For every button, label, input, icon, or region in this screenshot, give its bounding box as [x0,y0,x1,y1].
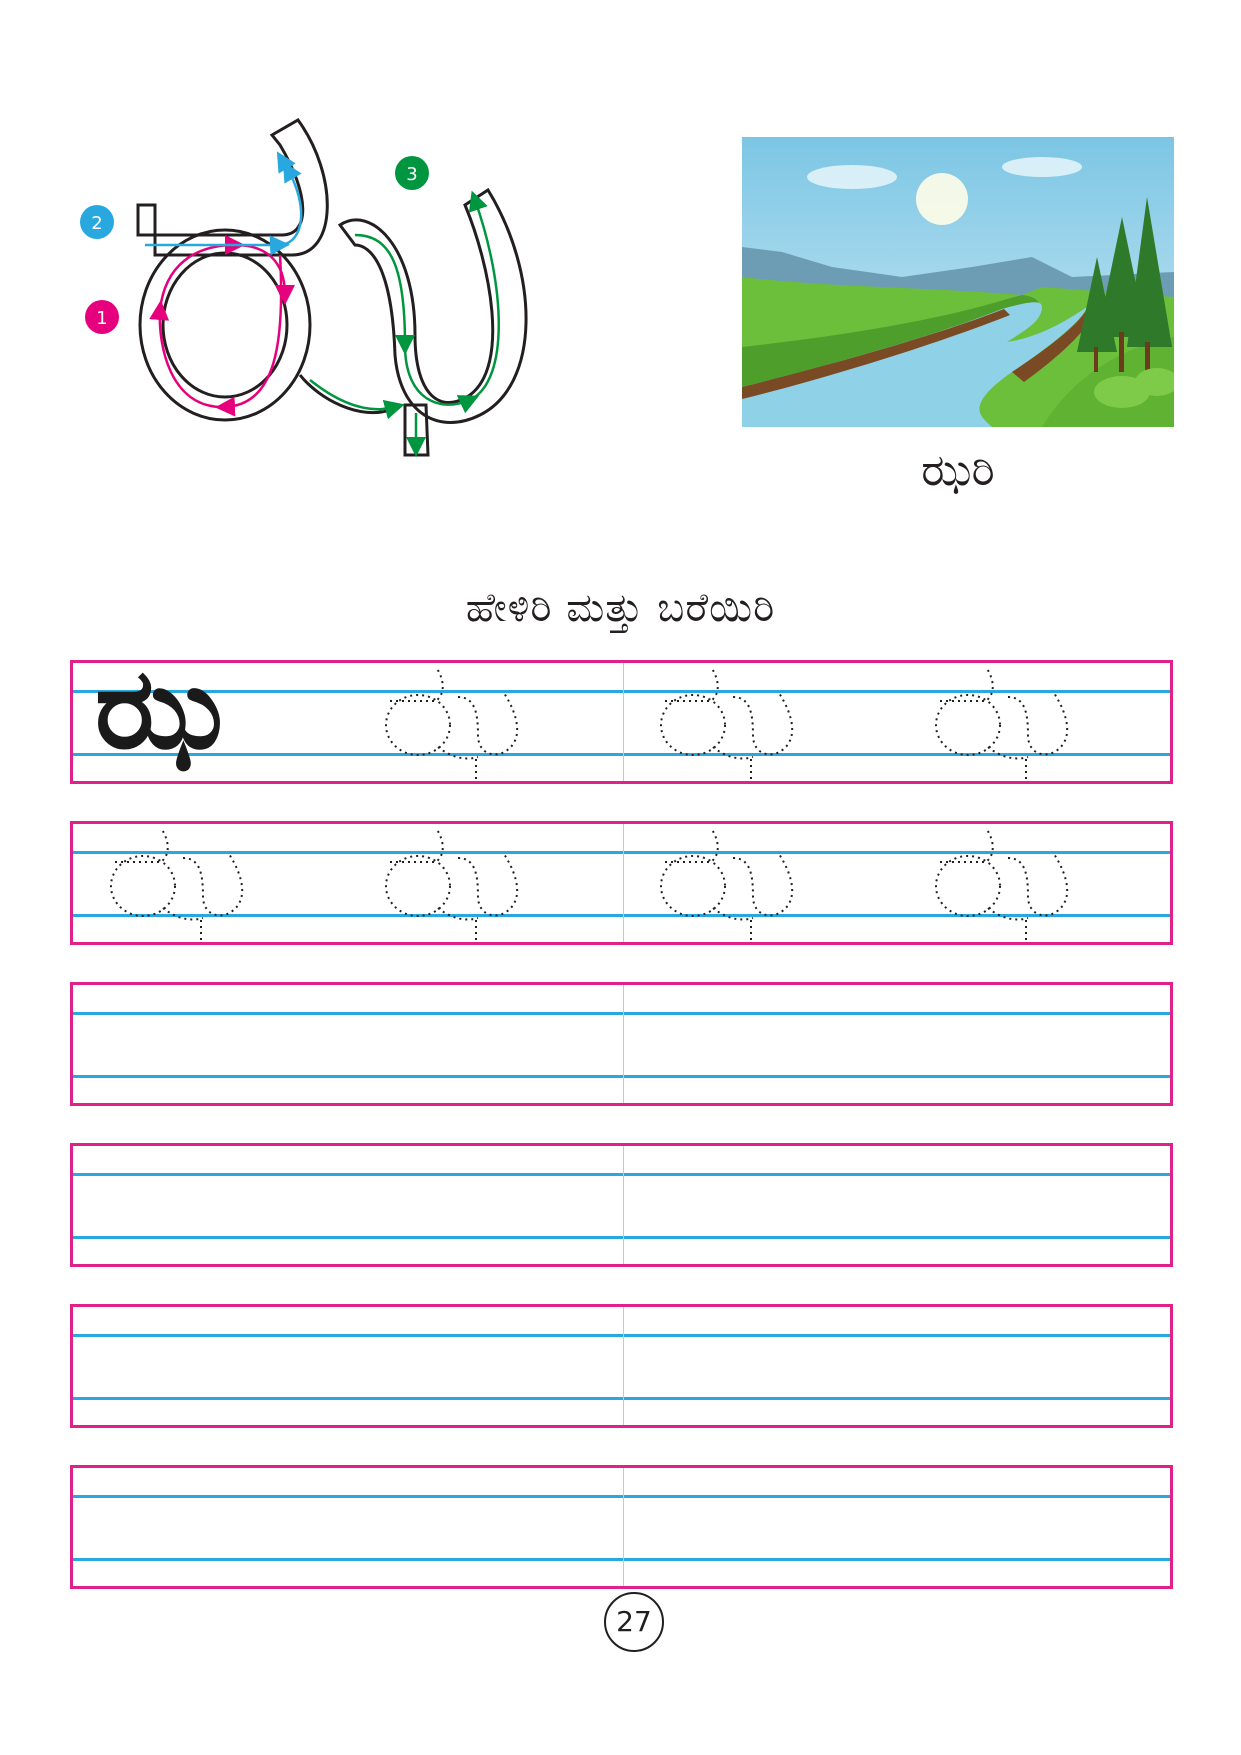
step-badge-2: 2 [80,205,114,239]
writing-row-5[interactable] [70,1304,1173,1428]
step-badge-1: 1 [85,300,119,334]
instruction-heading: ಹೇಳಿರಿ ಮತ್ತು ಬರೆಯಿರಿ [465,585,776,631]
stroke-order-letter: 1 2 3 [80,118,528,457]
model-letter: ಝ [95,644,223,774]
writing-row-4[interactable] [70,1143,1173,1267]
letter-outline [136,118,528,457]
practice-row-2 [70,821,1173,945]
picture-label: ಝರಿ [921,445,995,496]
trace-letter [623,663,898,781]
page-number: 27 [604,1592,664,1652]
trace-letter [348,824,623,942]
model-letter-cell: ಝ [73,653,348,781]
stream-landscape-image [742,137,1174,427]
writing-row-3[interactable] [70,982,1173,1106]
writing-row-6[interactable] [70,1465,1173,1589]
svg-text:1: 1 [96,308,107,329]
step-badge-3: 3 [395,156,429,190]
trace-letter [73,824,348,942]
svg-text:3: 3 [406,164,417,185]
trace-letter [898,663,1173,781]
svg-text:2: 2 [91,213,102,234]
trace-letter [348,663,623,781]
trace-letter [898,824,1173,942]
practice-row-1: ಝ [70,653,1173,784]
trace-letter [623,824,898,942]
